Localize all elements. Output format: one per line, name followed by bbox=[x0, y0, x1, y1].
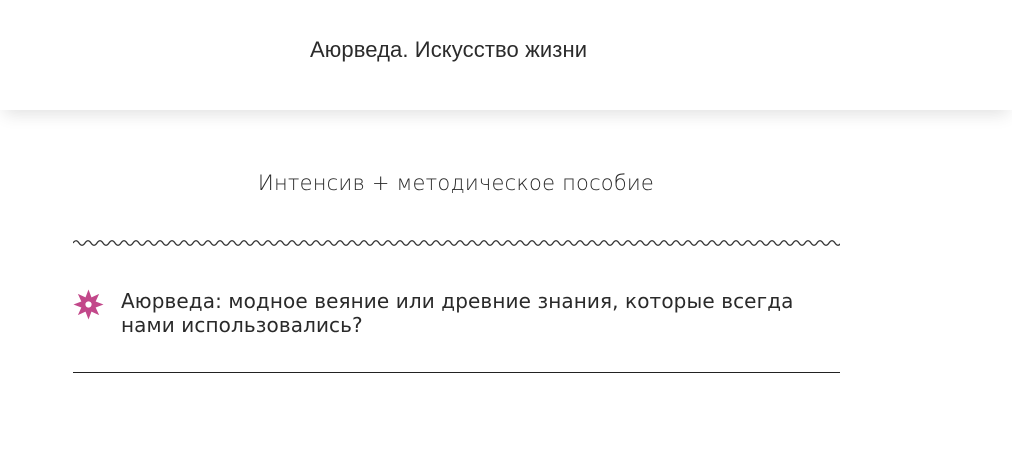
wavy-divider bbox=[73, 240, 840, 246]
page: Аюрведа. Искусство жизни Интенсив + мето… bbox=[0, 0, 1012, 476]
star-flower-icon bbox=[73, 289, 104, 320]
header-title: Аюрведа. Искусство жизни bbox=[310, 37, 588, 62]
list-item[interactable]: Аюрведа: модное веяние или древние знани… bbox=[73, 289, 840, 373]
site-header: Аюрведа. Искусство жизни bbox=[0, 0, 1012, 110]
section-subtitle: Интенсив + методическое пособие bbox=[257, 171, 655, 195]
list-item-text: Аюрведа: модное веяние или древние знани… bbox=[121, 289, 794, 337]
